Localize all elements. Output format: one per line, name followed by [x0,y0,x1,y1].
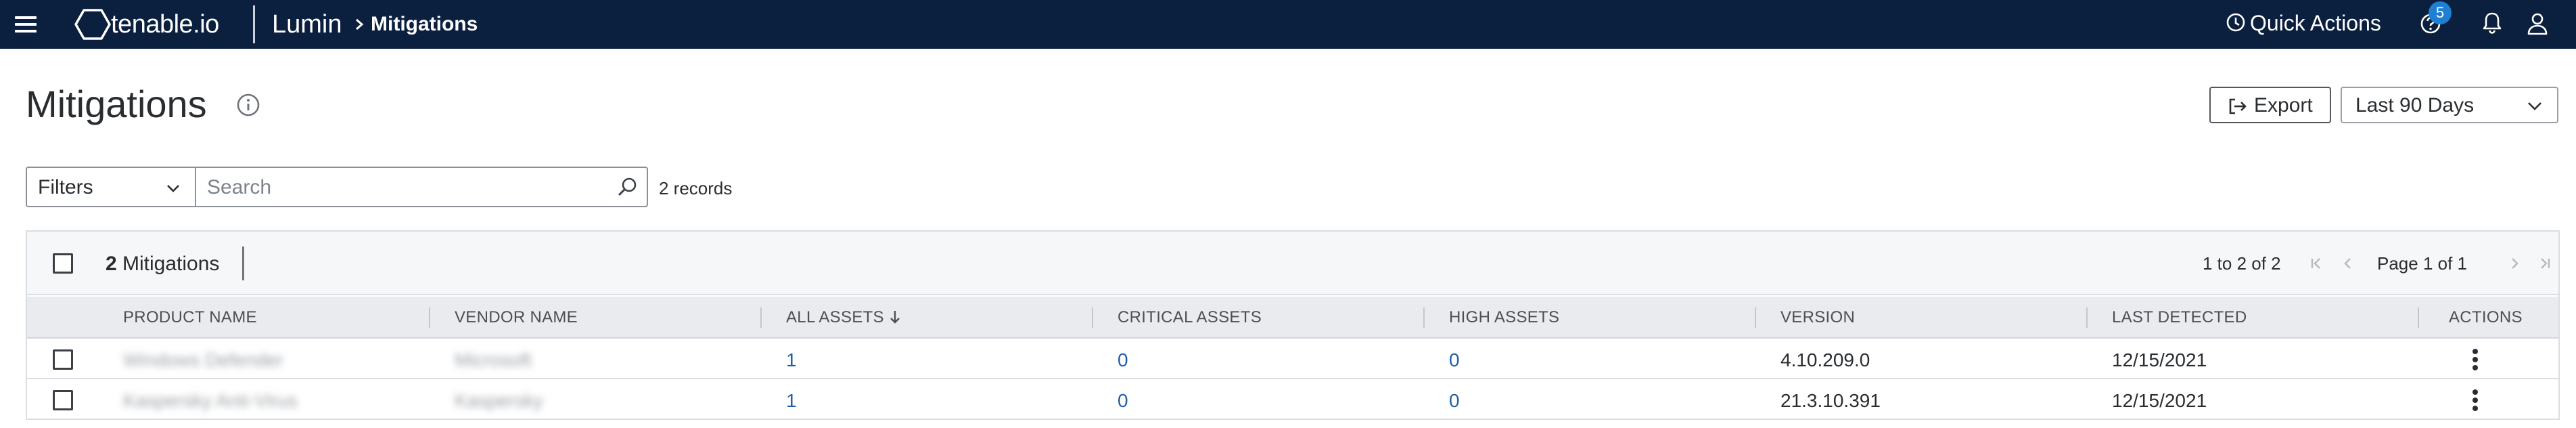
selection-summary: 2 Mitigations [106,252,219,276]
first-page-icon[interactable] [2308,255,2326,272]
clock-icon [2226,13,2245,32]
record-count: 2 records [659,178,733,198]
column-last-detected[interactable]: LAST DETECTED [2112,307,2247,328]
user-icon[interactable] [2526,11,2549,37]
toolbar-divider [242,247,244,280]
filters-dropdown[interactable]: Filters [26,167,195,207]
export-icon [2229,98,2247,114]
table-row[interactable]: Kaspersky Anti-Virus Kaspersky 1 0 0 21.… [27,381,2558,420]
row-checkbox[interactable] [53,349,73,370]
column-divider[interactable] [2418,307,2419,328]
previous-page-icon[interactable] [2339,255,2357,272]
all-assets-link[interactable]: 1 [786,349,797,371]
high-assets-link[interactable]: 0 [1449,390,1460,412]
search-box [195,167,648,207]
chevron-right-icon [356,18,364,30]
selection-count: 2 [106,253,117,275]
column-divider[interactable] [1092,307,1093,328]
pagination-range: 1 to 2 of 2 [2203,253,2281,274]
brand-name[interactable]: tenable.io [111,8,219,41]
row-checkbox[interactable] [53,390,73,410]
last-page-icon[interactable] [2535,255,2553,272]
column-divider[interactable] [429,307,430,328]
column-version[interactable]: VERSION [1780,307,1855,328]
product-name[interactable]: Lumin [272,8,342,41]
pagination-page: Page 1 of 1 [2377,253,2467,274]
all-assets-link[interactable]: 1 [786,390,797,412]
column-all-assets-label: ALL ASSETS [786,308,884,326]
brand-divider [253,5,255,43]
critical-assets-link[interactable]: 0 [1118,349,1128,371]
search-icon[interactable] [616,176,639,199]
table-header-row: PRODUCT NAME VENDOR NAME ALL ASSETS CRIT… [27,297,2558,339]
chevron-down-icon [2528,102,2542,110]
product-name-cell: Kaspersky Anti-Virus [123,390,298,411]
version-cell: 4.10.209.0 [1780,349,1870,370]
next-page-icon[interactable] [2506,255,2523,272]
quick-actions-button[interactable]: Quick Actions [2250,9,2381,37]
critical-assets-link[interactable]: 0 [1118,390,1128,412]
table-toolbar: 2 Mitigations 1 to 2 of 2 Page 1 of 1 [27,232,2558,295]
bell-icon[interactable] [2481,11,2503,35]
breadcrumb-current: Mitigations [371,13,478,35]
notification-count-badge: 5 [2429,1,2452,24]
product-name-cell: Windows Defender [123,349,283,370]
last-detected-cell: 12/15/2021 [2112,390,2207,411]
column-actions: ACTIONS [2449,308,2523,326]
column-vendor-name[interactable]: VENDOR NAME [455,307,578,328]
search-input[interactable] [207,175,599,200]
export-button[interactable]: Export [2209,87,2331,123]
info-icon[interactable] [235,92,261,118]
vendor-name-cell: Microsoft [455,349,532,370]
table-row[interactable]: Windows Defender Microsoft 1 0 0 4.10.20… [27,340,2558,379]
select-all-checkbox[interactable] [53,253,73,274]
date-range-select[interactable]: Last 90 Days [2341,87,2558,123]
column-high-assets[interactable]: HIGH ASSETS [1449,307,1559,328]
vendor-name-cell: Kaspersky [455,390,543,411]
filters-label: Filters [38,176,93,198]
version-cell: 21.3.10.391 [1780,390,1881,411]
column-divider[interactable] [2086,307,2088,328]
column-critical-assets[interactable]: CRITICAL ASSETS [1118,307,1262,328]
export-label: Export [2254,94,2313,116]
chevron-down-icon [167,185,179,192]
kebab-icon[interactable] [2472,389,2479,412]
column-product-name[interactable]: PRODUCT NAME [123,307,257,328]
date-range-value: Last 90 Days [2355,94,2475,116]
column-divider[interactable] [1755,307,1756,328]
column-divider[interactable] [760,307,762,328]
top-navigation-bar: tenable.io Lumin Mitigations Quick Actio… [0,0,2576,49]
hexagon-logo-icon [74,9,111,40]
page-title: Mitigations [26,83,207,125]
high-assets-link[interactable]: 0 [1449,349,1460,371]
column-all-assets[interactable]: ALL ASSETS [786,307,902,328]
kebab-icon[interactable] [2472,348,2479,371]
column-divider[interactable] [1423,307,1425,328]
last-detected-cell: 12/15/2021 [2112,349,2207,370]
selection-label: Mitigations [122,253,220,275]
menu-icon[interactable] [15,15,37,34]
sort-down-icon [890,311,900,324]
mitigations-table: 2 Mitigations 1 to 2 of 2 Page 1 of 1 PR… [26,230,2560,420]
